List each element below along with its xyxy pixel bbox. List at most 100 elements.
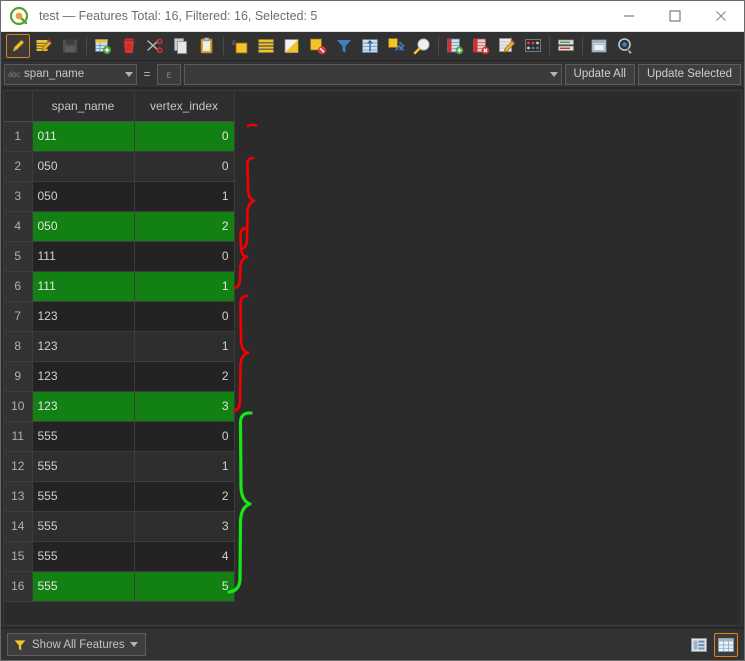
form-view-button[interactable] [687,633,711,657]
column-header-span-name[interactable]: span_name [32,91,135,122]
cell-vertex-index[interactable]: 1 [134,271,235,302]
row-number[interactable]: 3 [4,181,33,212]
move-selection-to-top-button[interactable] [358,34,382,58]
row-number[interactable]: 1 [4,121,33,152]
dock-window-button[interactable] [587,34,611,58]
table-row[interactable]: 9 123 2 [4,361,235,392]
row-number[interactable]: 12 [4,451,33,482]
table-row[interactable]: 7 123 0 [4,301,235,332]
field-calculator-button[interactable] [495,34,519,58]
select-all-button[interactable] [254,34,278,58]
cell-vertex-index[interactable]: 0 [134,151,235,182]
table-row[interactable]: 12 555 1 [4,451,235,482]
add-feature-button[interactable] [91,34,115,58]
edit-table-button[interactable] [32,34,56,58]
cell-span-name[interactable]: 555 [32,541,135,572]
cell-vertex-index[interactable]: 1 [134,331,235,362]
cell-span-name[interactable]: 111 [32,241,135,272]
column-header-vertex-index[interactable]: vertex_index [134,91,235,122]
expression-input[interactable] [184,63,562,85]
cell-span-name[interactable]: 555 [32,481,135,512]
row-number[interactable]: 4 [4,211,33,242]
cell-vertex-index[interactable]: 4 [134,541,235,572]
cell-vertex-index[interactable]: 0 [134,421,235,452]
invert-selection-button[interactable] [280,34,304,58]
expression-builder-button[interactable]: ε [157,63,181,85]
deselect-all-button[interactable] [306,34,330,58]
cell-span-name[interactable]: 123 [32,331,135,362]
cell-vertex-index[interactable]: 0 [134,301,235,332]
table-row[interactable]: 15 555 4 [4,541,235,572]
toggle-editing-button[interactable] [6,34,30,58]
row-number[interactable]: 9 [4,361,33,392]
row-number[interactable]: 13 [4,481,33,512]
row-number[interactable]: 10 [4,391,33,422]
minimize-icon[interactable] [606,1,652,32]
row-number[interactable]: 14 [4,511,33,542]
conditional-format-button[interactable] [521,34,545,58]
filter-select-button[interactable] [332,34,356,58]
cell-vertex-index[interactable]: 1 [134,181,235,212]
cell-span-name[interactable]: 555 [32,451,135,482]
cell-vertex-index[interactable]: 3 [134,391,235,422]
row-number[interactable]: 6 [4,271,33,302]
row-number[interactable]: 7 [4,301,33,332]
delete-selected-features-button[interactable] [117,34,141,58]
cell-span-name[interactable]: 123 [32,391,135,422]
update-selected-button[interactable]: Update Selected [637,63,741,85]
show-all-features-button[interactable]: Show All Features [7,633,146,656]
delete-field-button[interactable] [469,34,493,58]
cell-span-name[interactable]: 123 [32,301,135,332]
select-by-expression-button[interactable]: ε [228,34,252,58]
cell-vertex-index[interactable]: 2 [134,211,235,242]
organize-columns-button[interactable] [554,34,578,58]
field-select-combo[interactable]: abc span_name [4,63,137,85]
table-row[interactable]: 5 111 0 [4,241,235,272]
cell-vertex-index[interactable]: 2 [134,481,235,512]
cell-vertex-index[interactable]: 3 [134,511,235,542]
update-all-button[interactable]: Update All [564,63,635,85]
cell-span-name[interactable]: 050 [32,181,135,212]
cell-span-name[interactable]: 555 [32,511,135,542]
cell-vertex-index[interactable]: 0 [134,241,235,272]
table-row[interactable]: 10 123 3 [4,391,235,422]
cell-span-name[interactable]: 123 [32,361,135,392]
copy-features-button[interactable] [169,34,193,58]
row-number[interactable]: 11 [4,421,33,452]
table-row[interactable]: 4 050 2 [4,211,235,242]
row-number[interactable]: 15 [4,541,33,572]
paste-features-button[interactable] [195,34,219,58]
table-row[interactable]: 6 111 1 [4,271,235,302]
cell-vertex-index[interactable]: 5 [134,571,235,602]
table-corner-header[interactable] [4,91,33,122]
table-row[interactable]: 13 555 2 [4,481,235,512]
table-row[interactable]: 3 050 1 [4,181,235,212]
row-number[interactable]: 8 [4,331,33,362]
table-row[interactable]: 2 050 0 [4,151,235,182]
pan-map-to-feature-button[interactable] [384,34,408,58]
chevron-down-icon[interactable] [549,71,558,77]
row-number[interactable]: 2 [4,151,33,182]
zoom-map-to-selection-button[interactable] [410,34,434,58]
cell-vertex-index[interactable]: 1 [134,451,235,482]
table-view-button[interactable] [714,632,738,657]
table-row[interactable]: 8 123 1 [4,331,235,362]
maximize-icon[interactable] [652,1,698,32]
close-icon[interactable] [698,1,744,32]
table-row[interactable]: 11 555 0 [4,421,235,452]
new-field-button[interactable] [443,34,467,58]
cell-span-name[interactable]: 050 [32,151,135,182]
cut-features-button[interactable] [143,34,167,58]
cell-vertex-index[interactable]: 0 [134,121,235,152]
action-run-button[interactable] [613,34,637,58]
row-number[interactable]: 5 [4,241,33,272]
table-row[interactable]: 14 555 3 [4,511,235,542]
cell-span-name[interactable]: 111 [32,271,135,302]
cell-vertex-index[interactable]: 2 [134,361,235,392]
cell-span-name[interactable]: 555 [32,571,135,602]
cell-span-name[interactable]: 555 [32,421,135,452]
cell-span-name[interactable]: 050 [32,211,135,242]
cell-span-name[interactable]: 011 [32,121,135,152]
table-row[interactable]: 16 555 5 [4,571,235,602]
row-number[interactable]: 16 [4,571,33,602]
